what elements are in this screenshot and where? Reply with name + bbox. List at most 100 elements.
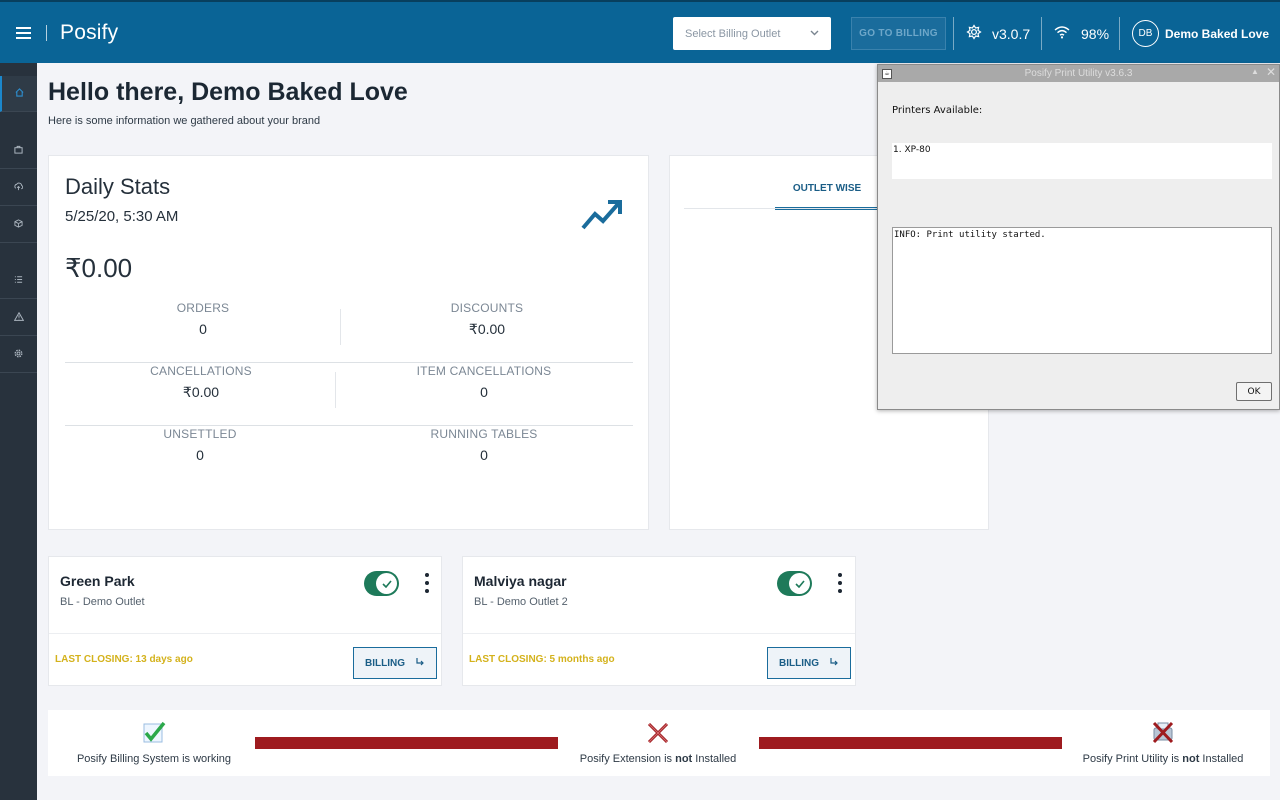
stat-cancellations: CANCELLATIONS ₹0.00: [63, 364, 339, 401]
outlet-last-closing: LAST CLOSING: 13 days ago: [55, 654, 193, 665]
outlet-billing-button[interactable]: BILLING: [353, 647, 437, 679]
printers-list[interactable]: 1. XP-80: [892, 143, 1272, 179]
go-to-billing-button[interactable]: GO TO BILLING: [851, 17, 946, 50]
trending-up-icon: [581, 196, 623, 237]
wifi-strength-text: 98%: [1081, 25, 1110, 42]
kebab-menu-icon[interactable]: [421, 571, 433, 595]
outlet-card-green-park: Green Park BL - Demo Outlet LAST CLOSING…: [48, 556, 442, 686]
arrow-return-icon: [829, 657, 839, 670]
stat-value: ₹0.00: [468, 321, 506, 337]
version-text: v3.0.7: [992, 25, 1031, 42]
warning-icon: [13, 311, 24, 324]
log-textarea[interactable]: INFO: Print utility started.: [892, 227, 1272, 354]
user-name: Demo Baked Love: [1165, 26, 1270, 41]
billing-button-label: BILLING: [779, 657, 819, 669]
outlet-enabled-toggle[interactable]: [777, 571, 812, 596]
status-connector-bar: [759, 737, 1062, 749]
stat-value: 0: [196, 447, 204, 463]
ok-button[interactable]: OK: [1236, 382, 1272, 401]
home-icon: [15, 87, 24, 100]
status-text-emphasis: not: [1182, 753, 1200, 765]
stat-orders: ORDERS 0: [65, 301, 341, 337]
stat-value: ₹0.00: [182, 384, 220, 400]
status-text-part: Posify Print Utility is: [1082, 753, 1183, 765]
stat-label: RUNNING TABLES: [430, 427, 538, 441]
outlet-card-divider: [463, 633, 855, 634]
outlet-card-divider: [49, 633, 441, 634]
header-separator: [953, 17, 954, 50]
daily-stats-title: Daily Stats: [65, 174, 171, 199]
status-text-emphasis: not: [675, 753, 693, 765]
printers-available-label: Printers Available:: [892, 105, 983, 116]
check-icon: [789, 573, 810, 594]
page-title: Hello there, Demo Baked Love: [48, 78, 408, 106]
avatar: DB: [1132, 20, 1159, 47]
billing-button-label: BILLING: [365, 657, 405, 669]
stat-unsettled: UNSETTLED 0: [62, 427, 338, 463]
stat-value: 0: [480, 384, 488, 400]
stats-row: UNSETTLED 0 RUNNING TABLES 0: [65, 427, 633, 489]
arrow-return-icon: [415, 657, 425, 670]
wifi-icon: [1054, 25, 1070, 42]
outlet-subtitle: BL - Demo Outlet 2: [474, 596, 568, 608]
stat-label: ITEM CANCELLATIONS: [416, 364, 552, 378]
user-menu[interactable]: DB Demo Baked Love: [1132, 17, 1269, 50]
outlet-name: Green Park: [60, 573, 135, 589]
stat-running-tables: RUNNING TABLES 0: [346, 427, 622, 463]
list-icon: [14, 275, 23, 287]
page-subtitle: Here is some information we gathered abo…: [48, 115, 321, 127]
status-text-part: Posify Extension is: [579, 753, 676, 765]
brand-title: Posify: [60, 20, 119, 44]
stat-value: 0: [199, 321, 207, 337]
header-separator: [1041, 17, 1042, 50]
minimize-icon[interactable]: ▲: [1251, 67, 1259, 76]
sidebar-item-home[interactable]: [0, 76, 37, 112]
close-icon[interactable]: ✕: [1266, 65, 1276, 79]
briefcase-icon: [14, 145, 23, 157]
billing-outlet-select[interactable]: Select Billing Outlet: [673, 17, 831, 50]
stat-label: ORDERS: [176, 301, 230, 315]
sidebar-item-alerts[interactable]: [0, 300, 37, 336]
hamburger-menu-icon[interactable]: [0, 1, 46, 64]
stats-row: ORDERS 0 DISCOUNTS ₹0.00: [65, 301, 633, 363]
stat-divider: [340, 309, 341, 345]
status-billing-text: Posify Billing System is working: [76, 753, 232, 765]
header-separator: [1119, 17, 1120, 50]
sidebar-item-settings[interactable]: [0, 337, 37, 373]
status-connector-bar: [255, 737, 558, 749]
settings-flower-icon: [966, 24, 982, 43]
status-billing-system: Posify Billing System is working: [74, 710, 234, 765]
stat-label: DISCOUNTS: [450, 301, 524, 315]
sidebar-item-upload[interactable]: [0, 170, 37, 206]
dialog-title: Posify Print Utility v3.6.3: [1024, 68, 1133, 79]
stats-row: CANCELLATIONS ₹0.00 ITEM CANCELLATIONS 0: [65, 364, 633, 426]
status-text-part: Installed: [692, 753, 737, 765]
system-status-strip: Posify Billing System is working Posify …: [48, 710, 1270, 776]
outlet-name: Malviya nagar: [474, 573, 567, 589]
outlet-enabled-toggle[interactable]: [364, 571, 399, 596]
stat-divider: [335, 372, 336, 408]
print-utility-dialog: ☕ Posify Print Utility v3.6.3 ▲ ✕ Printe…: [877, 64, 1280, 410]
daily-stats-total: ₹0.00: [65, 253, 133, 283]
wifi-status: 98%: [1054, 17, 1109, 50]
cross-icon: [578, 718, 738, 748]
outlet-billing-button[interactable]: BILLING: [767, 647, 851, 679]
stat-label: UNSETTLED: [163, 427, 237, 441]
kebab-menu-icon[interactable]: [834, 571, 846, 595]
gear-icon: [14, 349, 23, 361]
tab-outlet-wise[interactable]: OUTLET WISE: [775, 182, 879, 210]
sidebar: [0, 63, 37, 800]
check-icon: [376, 573, 397, 594]
status-text-part: Installed: [1199, 753, 1244, 765]
outlet-card-malviya-nagar: Malviya nagar BL - Demo Outlet 2 LAST CL…: [462, 556, 856, 686]
tab-underline: [684, 208, 882, 209]
sidebar-item-outlets[interactable]: [0, 133, 37, 169]
stat-item-cancellations: ITEM CANCELLATIONS 0: [346, 364, 622, 400]
stat-label: CANCELLATIONS: [150, 364, 252, 378]
billing-outlet-placeholder: Select Billing Outlet: [685, 27, 781, 40]
check-mark-icon: [74, 718, 234, 748]
sidebar-item-inventory[interactable]: [0, 207, 37, 243]
dialog-title-bar[interactable]: ☕ Posify Print Utility v3.6.3 ▲ ✕: [878, 65, 1279, 82]
sidebar-item-list[interactable]: [0, 263, 37, 299]
top-bar: Posify Select Billing Outlet GO TO BILLI…: [0, 0, 1280, 63]
